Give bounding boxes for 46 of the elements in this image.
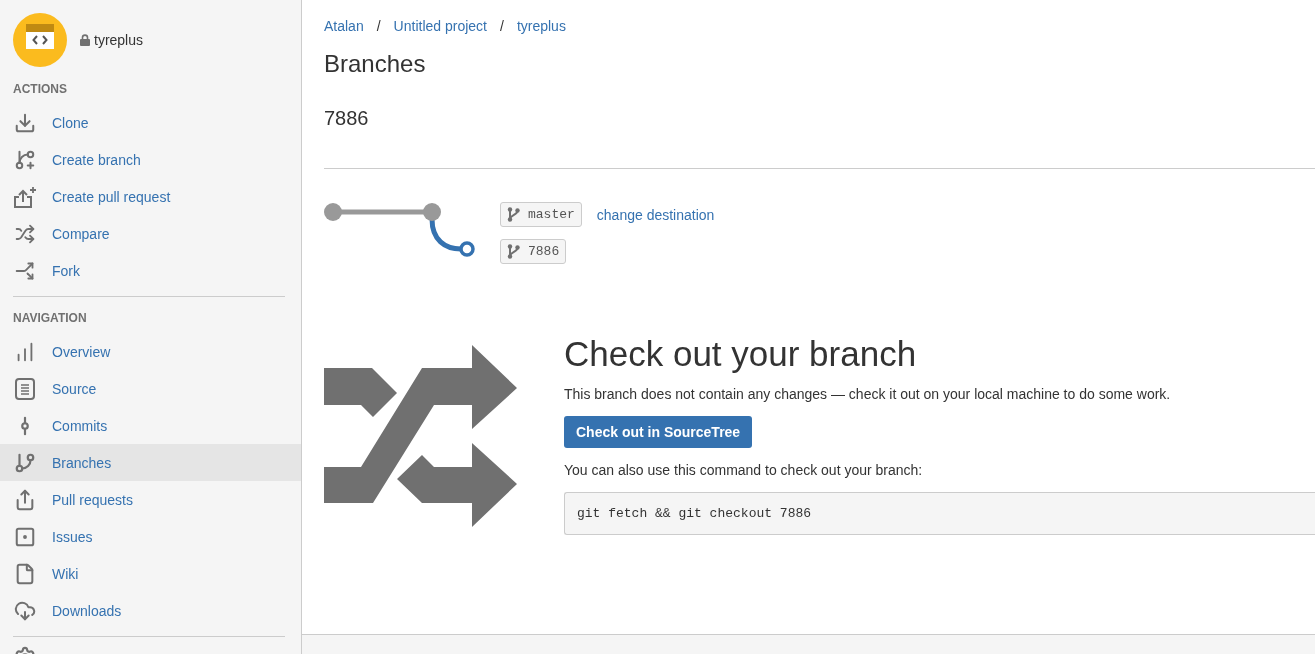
upload-plus-icon — [13, 185, 37, 208]
checkout-heading: Check out your branch — [564, 334, 917, 374]
download-icon — [14, 111, 36, 134]
repository-name: tyreplus — [94, 32, 144, 48]
checkout-description: This branch does not contain any changes — check it out on your local machine to do some work. — [564, 385, 1171, 404]
branch-label: master — [528, 207, 575, 222]
sidebar-item[interactable]: Fork — [0, 252, 301, 289]
sidebar-item[interactable]: Branches — [0, 444, 301, 481]
sidebar-item[interactable]: Create branch — [0, 141, 301, 178]
sidebar-item[interactable]: Overview — [0, 333, 301, 370]
sidebar-item[interactable]: Issues — [0, 518, 301, 555]
sidebar-item[interactable]: Wiki — [0, 555, 301, 592]
breadcrumb-separator: / — [500, 17, 504, 35]
checkout-sourcetree-button[interactable]: Check out in SourceTree — [564, 416, 753, 448]
repository-avatar-icon — [13, 13, 67, 67]
sidebar-item[interactable]: Pull requests — [0, 481, 301, 518]
breadcrumb-link[interactable]: tyreplus — [516, 17, 566, 35]
crossing-arrows-icon — [324, 344, 517, 528]
upload-icon — [14, 488, 36, 511]
section-heading: ACTIONS — [12, 81, 68, 98]
branch-icon — [14, 451, 36, 474]
sidebar-item[interactable]: Compare — [0, 215, 301, 252]
shuffle-icon — [15, 223, 35, 244]
sidebar-item[interactable]: Clone — [0, 104, 301, 141]
change-destination-link[interactable]: change destination — [596, 206, 715, 223]
branch-name: 7886 — [324, 106, 370, 130]
sidebar-item[interactable]: Source — [0, 370, 301, 407]
section-heading: NAVIGATION — [12, 310, 88, 327]
sidebar-item[interactable]: Downloads — [0, 592, 301, 629]
command-field[interactable]: git fetch && git checkout 7886 — [564, 492, 1315, 535]
page-title: Branches — [324, 49, 427, 79]
breadcrumb-separator: / — [376, 17, 381, 35]
file-icon — [14, 562, 36, 585]
fork-arrows-icon — [15, 260, 35, 281]
branch-icon — [507, 244, 520, 259]
sidebar-item[interactable]: Create pull request — [0, 178, 301, 215]
cloud-download-icon — [14, 599, 36, 622]
settings-icon[interactable] — [14, 646, 36, 654]
branch-label: 7886 — [528, 244, 560, 259]
breadcrumb-link[interactable]: Atalan — [324, 17, 364, 35]
document-icon — [15, 377, 35, 400]
branch-plus-icon — [14, 148, 36, 171]
breadcrumb-link[interactable]: Untitled project — [393, 17, 487, 35]
sidebar-item[interactable]: Commits — [0, 407, 301, 444]
branch-icon — [507, 207, 520, 222]
command-hint: You can also use this command to check out your branch: — [564, 461, 923, 480]
